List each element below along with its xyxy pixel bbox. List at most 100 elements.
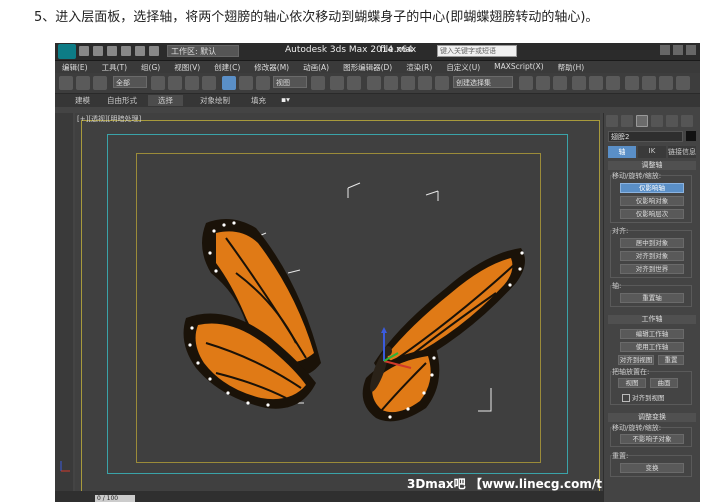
create-panel-icon[interactable] (606, 115, 618, 127)
align-to-object-button[interactable]: 对齐到对象 (620, 251, 684, 261)
adjust-transform-rollout[interactable]: 调整变换 (608, 413, 696, 422)
tab-selection[interactable]: 选择 (148, 95, 183, 106)
scale-icon[interactable] (256, 76, 270, 90)
close-icon[interactable] (686, 45, 696, 55)
select-link-icon[interactable] (59, 76, 73, 90)
menu-animation[interactable]: 动画(A) (296, 61, 336, 73)
percent-snap-icon[interactable] (401, 76, 415, 90)
left-wing[interactable] (183, 219, 321, 409)
align-to-view-button[interactable]: 对齐到视图 (618, 355, 654, 365)
new-file-icon[interactable] (79, 46, 89, 56)
rect-selection-icon[interactable] (185, 76, 199, 90)
pivot-center-icon[interactable] (311, 76, 325, 90)
tab-object-paint[interactable]: 对象绘制 (200, 95, 230, 106)
rotate-icon[interactable] (239, 76, 253, 90)
align-to-view-checkbox[interactable]: 对齐到视图 (622, 392, 665, 402)
place-surface-button[interactable]: 曲面 (650, 378, 678, 388)
butterfly-scene[interactable] (136, 153, 541, 463)
menu-views[interactable]: 视图(V) (167, 61, 207, 73)
snaps-toggle-icon[interactable] (367, 76, 381, 90)
render-production-icon[interactable] (659, 76, 673, 90)
object-name-field[interactable]: 翅膀2 (608, 131, 683, 142)
select-by-name-icon[interactable] (168, 76, 182, 90)
open-file-icon[interactable] (93, 46, 103, 56)
affect-hierarchy-only-button[interactable]: 仅影响层次 (620, 209, 684, 219)
named-selection-dropdown[interactable]: 创建选择集 (453, 76, 513, 88)
tab-modeling[interactable]: 建模 (75, 95, 90, 106)
window-crossing-icon[interactable] (202, 76, 216, 90)
edit-named-sets-icon[interactable] (435, 76, 449, 90)
tab-pivot[interactable]: 轴 (608, 146, 636, 158)
hold-icon[interactable] (149, 46, 159, 56)
affect-pivot-only-button[interactable]: 仅影响轴 (620, 183, 684, 193)
unlink-icon[interactable] (76, 76, 90, 90)
select-object-icon[interactable] (151, 76, 165, 90)
bind-space-warp-icon[interactable] (93, 76, 107, 90)
rendered-frame-icon[interactable] (642, 76, 656, 90)
working-pivot-rollout[interactable]: 工作轴 (608, 315, 696, 324)
workspace-dropdown[interactable]: 工作区: 默认 (167, 45, 239, 57)
tab-link-info[interactable]: 链接信息 (668, 146, 696, 158)
angle-snap-icon[interactable] (384, 76, 398, 90)
select-manipulate-icon[interactable] (330, 76, 344, 90)
render-setup-icon[interactable] (625, 76, 639, 90)
menu-graph-editors[interactable]: 图形编辑器(D) (336, 61, 399, 73)
menu-customize[interactable]: 自定义(U) (439, 61, 487, 73)
menu-modifiers[interactable]: 修改器(M) (247, 61, 296, 73)
checkbox-box[interactable] (622, 394, 630, 402)
layer-manager-icon[interactable] (553, 76, 567, 90)
menu-group[interactable]: 组(G) (134, 61, 167, 73)
motion-panel-icon[interactable] (651, 115, 663, 127)
place-view-button[interactable]: 视图 (618, 378, 646, 388)
align-icon[interactable] (536, 76, 550, 90)
keyboard-shortcut-icon[interactable] (347, 76, 361, 90)
menu-edit[interactable]: 编辑(E) (55, 61, 95, 73)
menu-create[interactable]: 创建(C) (207, 61, 247, 73)
move-icon[interactable] (222, 76, 236, 90)
app-logo-icon[interactable] (58, 44, 76, 59)
right-wing[interactable] (362, 248, 525, 422)
tab-populate[interactable]: 填充 (251, 95, 266, 106)
ref-coord-dropdown[interactable]: 视图 (273, 76, 307, 88)
render-iterative-icon[interactable] (676, 76, 690, 90)
align-to-world-button[interactable]: 对齐到世界 (620, 264, 684, 274)
menu-maxscript[interactable]: MAXScript(X) (487, 61, 550, 73)
search-input[interactable]: 键入关键字或短语 (437, 45, 517, 57)
reset-transform-button[interactable]: 变换 (620, 463, 684, 473)
undo-icon[interactable] (121, 46, 131, 56)
reset-working-pivot-button[interactable]: 重置 (658, 355, 684, 365)
save-icon[interactable] (107, 46, 117, 56)
use-working-pivot-button[interactable]: 使用工作轴 (620, 342, 684, 352)
modify-panel-icon[interactable] (621, 115, 633, 127)
selection-filter-dropdown[interactable]: 全部 (113, 76, 147, 88)
affect-object-only-button[interactable]: 仅影响对象 (620, 196, 684, 206)
time-slider-frame[interactable]: 0 / 100 (95, 495, 135, 502)
ribbon-tabs: 建模 自由形式 选择 对象绘制 填充 ▪▾ (55, 94, 700, 107)
display-panel-icon[interactable] (666, 115, 678, 127)
maximize-icon[interactable] (673, 45, 683, 55)
menu-help[interactable]: 帮助(H) (551, 61, 592, 73)
minimize-icon[interactable] (660, 45, 670, 55)
command-panel-tabs (606, 115, 693, 127)
menu-rendering[interactable]: 渲染(R) (399, 61, 439, 73)
edit-working-pivot-button[interactable]: 编辑工作轴 (620, 329, 684, 339)
redo-icon[interactable] (135, 46, 145, 56)
command-panel: 翅膀2 轴 IK 链接信息 调整轴 移动/旋转/缩放: 仅影响轴 仅影响对象 仅… (603, 113, 700, 502)
utilities-panel-icon[interactable] (681, 115, 693, 127)
mirror-icon[interactable] (519, 76, 533, 90)
center-to-object-button[interactable]: 居中到对象 (620, 238, 684, 248)
reset-pivot-button[interactable]: 重置轴 (620, 293, 684, 303)
tab-freeform[interactable]: 自由形式 (107, 95, 137, 106)
material-editor-icon[interactable] (606, 76, 620, 90)
menu-tools[interactable]: 工具(T) (95, 61, 134, 73)
spinner-snap-icon[interactable] (418, 76, 432, 90)
dont-affect-children-button[interactable]: 不影响子对象 (620, 434, 684, 444)
curve-editor-icon[interactable] (572, 76, 586, 90)
ribbon-options-icon[interactable]: ▪▾ (281, 95, 290, 104)
adjust-pivot-rollout[interactable]: 调整轴 (608, 161, 696, 170)
viewport-label[interactable]: [+][透视][明暗处理] (77, 114, 141, 124)
hierarchy-panel-icon[interactable] (636, 115, 648, 127)
object-color-swatch[interactable] (686, 131, 696, 141)
schematic-view-icon[interactable] (589, 76, 603, 90)
tab-ik[interactable]: IK (638, 146, 666, 158)
